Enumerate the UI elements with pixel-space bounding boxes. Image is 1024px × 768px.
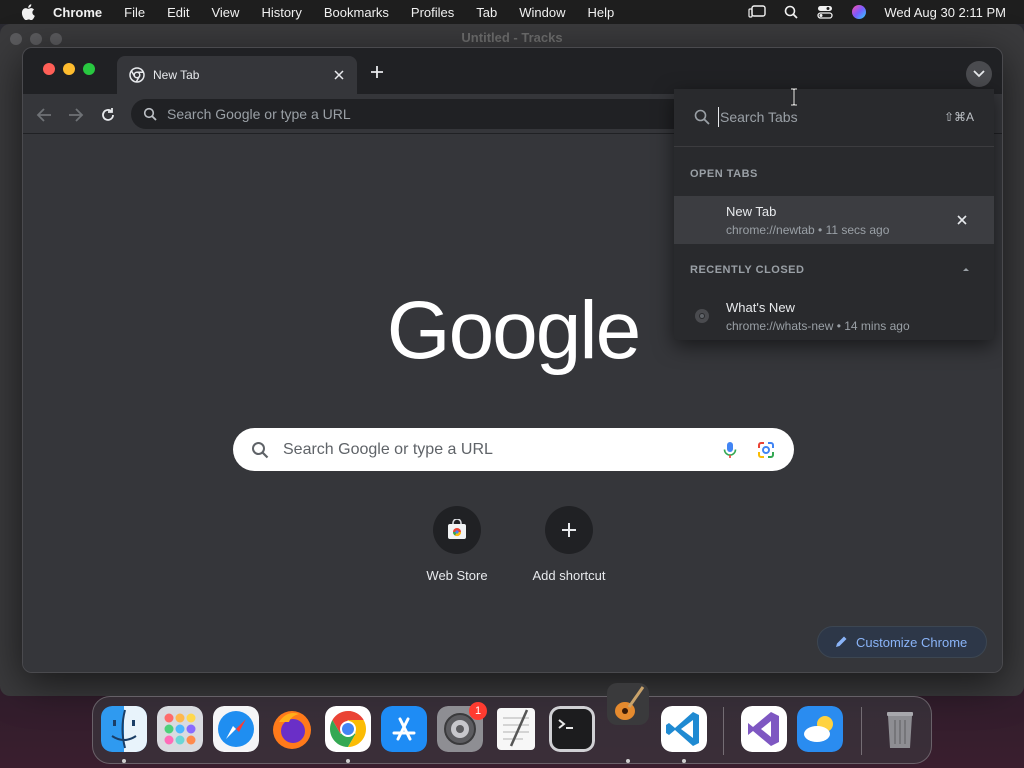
- launchpad-icon[interactable]: [157, 706, 203, 752]
- menu-bar: Chrome File Edit View History Bookmarks …: [0, 0, 1024, 24]
- terminal-icon[interactable]: [549, 706, 595, 752]
- recently-closed-header: RECENTLY CLOSED: [690, 264, 805, 276]
- menu-view[interactable]: View: [211, 5, 239, 20]
- chrome-window: New Tab Search Google or type a URL Goog…: [22, 47, 1003, 673]
- background-window-title: Untitled - Tracks: [461, 30, 563, 45]
- new-tab-plus-icon[interactable]: [368, 63, 386, 81]
- open-tabs-header: OPEN TABS: [690, 168, 758, 180]
- window-close-button[interactable]: [43, 63, 55, 75]
- spotlight-icon[interactable]: [782, 4, 800, 20]
- tab-search-popup: ⇧⌘A OPEN TABS New Tab chrome://newtab • …: [674, 89, 994, 340]
- customize-chrome-label: Customize Chrome: [856, 634, 968, 650]
- voice-search-mic-icon[interactable]: [720, 440, 740, 460]
- result-title: What's New: [726, 300, 795, 315]
- text-cursor-icon: [791, 88, 797, 106]
- tab-search-result-new-tab[interactable]: New Tab chrome://newtab • 11 secs ago: [674, 196, 994, 244]
- window-minimize-button[interactable]: [63, 63, 75, 75]
- ntp-search-box[interactable]: Search Google or type a URL: [233, 428, 794, 471]
- chrome-favicon-icon: [129, 67, 145, 83]
- web-store-icon: [433, 506, 481, 554]
- chevron-up-icon[interactable]: [960, 263, 972, 275]
- blank-favicon-icon: [694, 212, 710, 228]
- notification-badge: 1: [469, 702, 487, 720]
- menu-tab[interactable]: Tab: [476, 5, 497, 20]
- menu-history[interactable]: History: [261, 5, 301, 20]
- stage-manager-icon[interactable]: [748, 4, 767, 20]
- forward-arrow-icon[interactable]: [67, 106, 85, 124]
- google-lens-icon[interactable]: [756, 440, 776, 460]
- garageband-icon[interactable]: [605, 681, 651, 727]
- menubar-clock[interactable]: Wed Aug 30 2:11 PM: [884, 5, 1006, 20]
- finder-icon[interactable]: [101, 706, 147, 752]
- search-icon: [143, 107, 157, 121]
- vscode-icon[interactable]: [661, 706, 707, 752]
- menu-bookmarks[interactable]: Bookmarks: [324, 5, 389, 20]
- siri-icon[interactable]: [850, 4, 868, 20]
- shortcut-web-store[interactable]: Web Store: [402, 506, 512, 583]
- chrome-favicon-icon: [695, 309, 709, 323]
- customize-chrome-button[interactable]: Customize Chrome: [817, 626, 987, 658]
- menu-profiles[interactable]: Profiles: [411, 5, 454, 20]
- safari-icon[interactable]: [213, 706, 259, 752]
- visual-studio-icon[interactable]: [741, 706, 787, 752]
- tab-search-result-whats-new[interactable]: What's New chrome://whats-new • 14 mins …: [674, 292, 994, 340]
- add-shortcut-plus-icon: [545, 506, 593, 554]
- tab-title: New Tab: [153, 68, 200, 82]
- result-subtitle: chrome://whats-new • 14 mins ago: [726, 319, 910, 333]
- app-store-icon[interactable]: [381, 706, 427, 752]
- tab-search-shortcut: ⇧⌘A: [943, 110, 974, 124]
- menu-edit[interactable]: Edit: [167, 5, 189, 20]
- result-title: New Tab: [726, 204, 777, 219]
- shortcut-label: Add shortcut: [532, 568, 606, 583]
- chrome-icon[interactable]: [325, 706, 371, 752]
- back-arrow-icon[interactable]: [35, 106, 53, 124]
- ntp-search-placeholder: Search Google or type a URL: [283, 440, 493, 458]
- tab-search-field-row: ⇧⌘A: [674, 89, 994, 147]
- address-bar-placeholder: Search Google or type a URL: [167, 106, 351, 122]
- google-logo: Google: [386, 285, 641, 376]
- pencil-icon: [836, 636, 847, 647]
- tab-strip: New Tab: [23, 48, 1002, 94]
- firefox-icon[interactable]: [269, 706, 315, 752]
- shortcut-label: Web Store: [426, 568, 488, 583]
- reload-icon[interactable]: [99, 106, 117, 124]
- apple-menu-icon[interactable]: [18, 2, 38, 22]
- control-center-icon[interactable]: [816, 4, 834, 20]
- dock: 1: [92, 683, 932, 764]
- menu-app-name[interactable]: Chrome: [53, 5, 102, 20]
- shortcut-add[interactable]: Add shortcut: [514, 506, 624, 583]
- tab-search-chevron-down-icon[interactable]: [966, 61, 992, 87]
- tab-new-tab[interactable]: New Tab: [117, 56, 357, 94]
- trash-icon[interactable]: [877, 706, 923, 752]
- result-subtitle: chrome://newtab • 11 secs ago: [726, 223, 890, 237]
- textedit-icon[interactable]: [493, 706, 539, 752]
- tab-close-icon[interactable]: [331, 67, 347, 83]
- tab-search-input[interactable]: [718, 107, 918, 127]
- search-icon: [694, 109, 710, 125]
- window-maximize-button[interactable]: [83, 63, 95, 75]
- search-icon: [252, 441, 269, 458]
- menu-file[interactable]: File: [124, 5, 145, 20]
- weather-icon[interactable]: [797, 706, 843, 752]
- menu-help[interactable]: Help: [588, 5, 615, 20]
- close-tab-icon[interactable]: [954, 212, 970, 228]
- menu-window[interactable]: Window: [519, 5, 565, 20]
